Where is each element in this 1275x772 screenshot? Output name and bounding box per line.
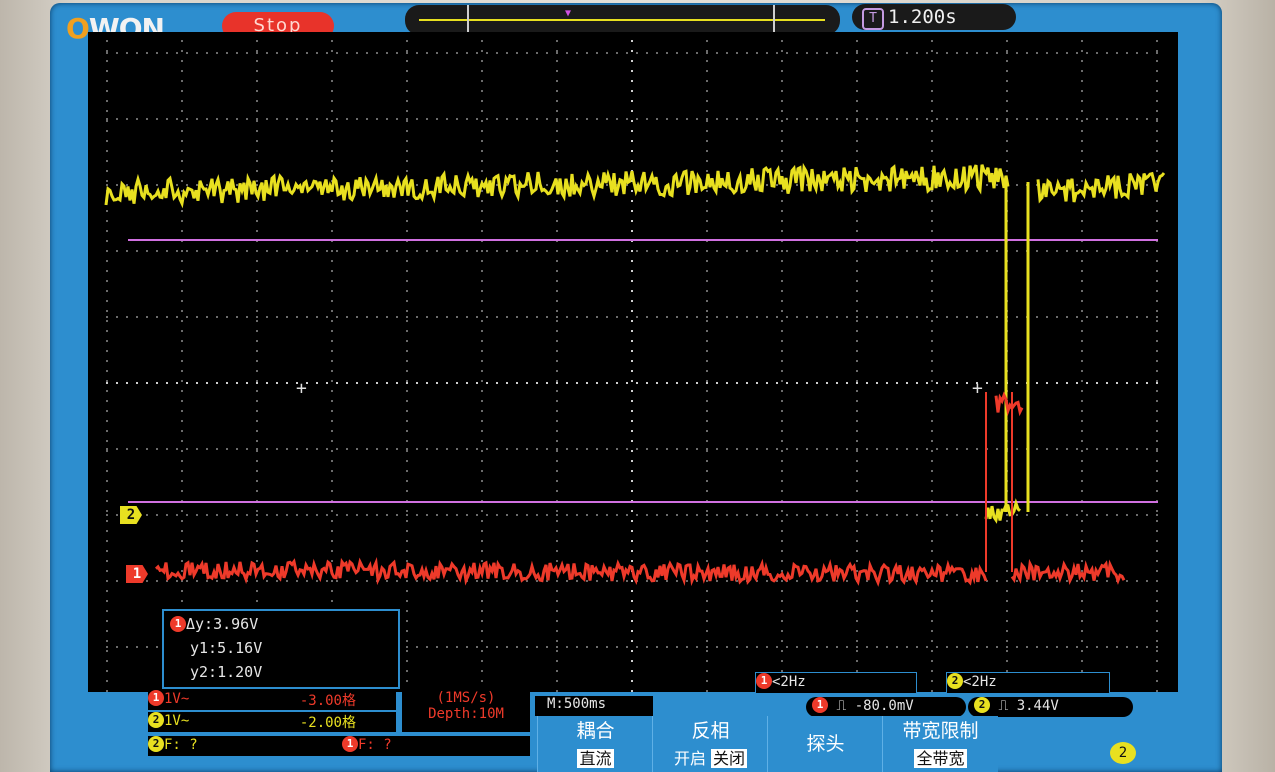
menu-coupling-value: 直流 xyxy=(577,749,613,768)
grid-dots xyxy=(106,40,1158,692)
ch2-pulse-low xyxy=(986,503,1020,520)
ch2-trigger-level: 2 ⎍ 3.44V xyxy=(968,697,1133,717)
ch2-offset: -2.00格 xyxy=(300,712,356,732)
memory-range-line xyxy=(419,19,825,21)
view-window-right xyxy=(773,5,775,35)
menu-invert-title: 反相 xyxy=(653,716,768,743)
memory-position-bar: ▼ xyxy=(405,5,840,35)
ch1-trace-after xyxy=(1012,564,1124,581)
trigger-time-value: 1.200s xyxy=(888,6,957,28)
ch2-status: 2 1V~ -2.00格 xyxy=(148,712,396,732)
trigger-time-readout: T 1.200s xyxy=(852,4,1016,30)
ch2-trace-after xyxy=(1038,173,1164,202)
sample-rate: (1MS/s) xyxy=(402,690,530,706)
cursor-cross-marker: + xyxy=(972,378,983,399)
ch2-scale: 1V~ xyxy=(164,713,189,729)
menu-probe[interactable]: 探头 xyxy=(767,716,883,772)
ch2-frequency: F: ? xyxy=(164,737,198,753)
menu-bandwidth[interactable]: 带宽限制 全带宽 xyxy=(882,716,998,772)
cursor-delta: Δy:3.96V xyxy=(186,615,258,633)
menu-invert[interactable]: 反相 开启 关闭 xyxy=(652,716,768,772)
menu-bandwidth-value: 全带宽 xyxy=(914,749,966,768)
rising-edge-icon: ⎍ xyxy=(836,698,846,714)
cursor-y1: y1:5.16V xyxy=(190,639,262,657)
acquisition-status: (1MS/s) Depth:10M xyxy=(402,690,530,732)
cursor-cross-marker: + xyxy=(296,378,307,399)
menu-invert-off: 关闭 xyxy=(711,749,747,768)
menu-probe-title: 探头 xyxy=(768,716,883,772)
timebase-readout: M:500ms xyxy=(535,696,653,716)
waveform-canvas: + + xyxy=(88,32,1178,692)
ch1-trigger-level: 1 ⎍ -80.0mV xyxy=(806,697,966,717)
menu-coupling-title: 耦合 xyxy=(538,716,653,743)
menu-coupling[interactable]: 耦合 直流 xyxy=(537,716,653,772)
menu-page-indicator[interactable]: 2 xyxy=(1110,742,1136,764)
menu-bandwidth-title: 带宽限制 xyxy=(883,716,998,743)
trigger-time-icon: T xyxy=(862,8,884,30)
ch1-offset: -3.00格 xyxy=(300,690,356,710)
ch1-status: 1 1V~ -3.00格 xyxy=(148,690,396,710)
menu-invert-on: 开启 xyxy=(674,749,706,768)
ch1-scale: 1V~ xyxy=(164,691,189,707)
cursor-measurement-panel: 1 Δy:3.96V y1:5.16V y2:1.20V xyxy=(162,609,400,689)
view-window-left xyxy=(467,5,469,35)
rising-edge-icon: ⎍ xyxy=(998,698,1008,714)
ch2-counter: 2 <2Hz xyxy=(946,672,1110,694)
cursor-y2: y2:1.20V xyxy=(190,663,262,681)
ch1-trace xyxy=(156,562,986,583)
ch1-counter: 1 <2Hz xyxy=(755,672,917,694)
waveform-grid: + + xyxy=(88,32,1178,692)
ch1-badge: 1 xyxy=(170,616,186,632)
ch1-frequency: F: ? xyxy=(358,737,392,753)
trigger-position-icon: ▼ xyxy=(565,8,571,19)
ch1-pulse-high xyxy=(996,395,1022,412)
frequency-status: 2 F: ? 1 F: ? xyxy=(148,736,530,756)
memory-depth: Depth:10M xyxy=(402,706,530,722)
